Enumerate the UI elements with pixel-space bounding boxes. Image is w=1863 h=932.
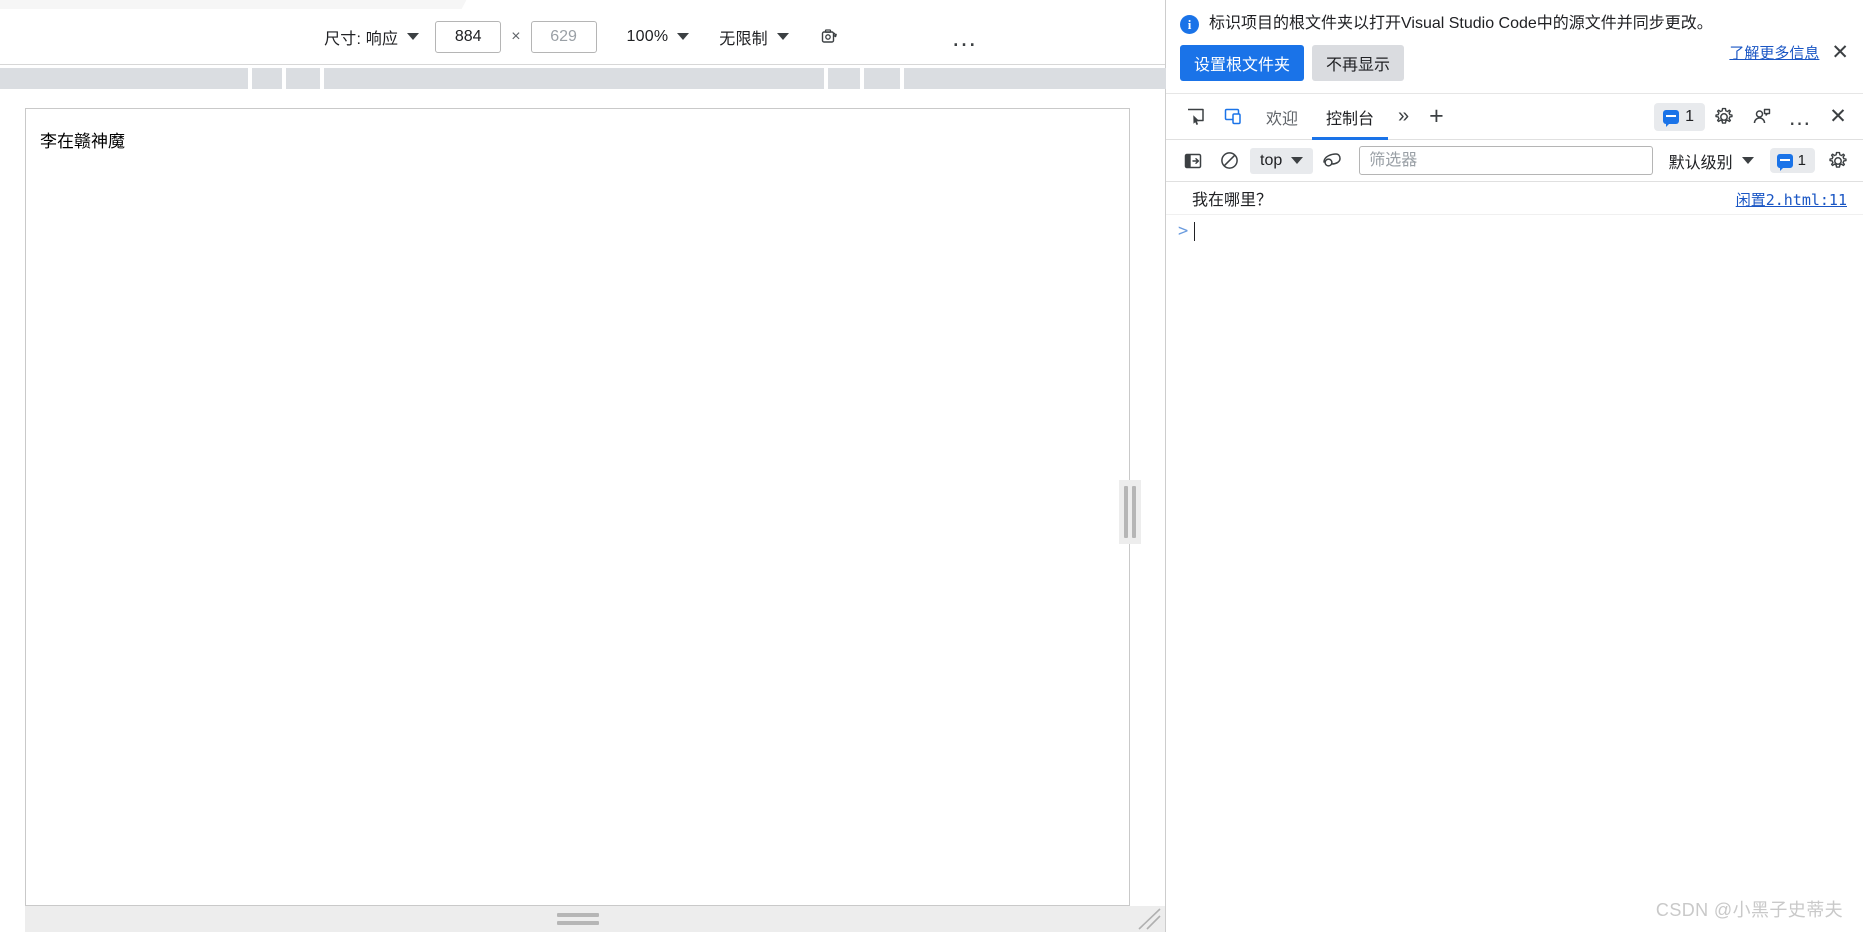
devtools-panel: i 标识项目的根文件夹以打开Visual Studio Code中的源文件并同步… [1166, 0, 1863, 932]
console-settings-button[interactable] [1821, 145, 1855, 177]
gear-icon [1829, 151, 1847, 168]
tab-welcome-label: 欢迎 [1266, 110, 1299, 128]
emulated-viewport-area: 李在赣神魔 [0, 92, 1165, 932]
screenshot-rotate-button[interactable] [813, 21, 847, 53]
workspace-info-banner: i 标识项目的根文件夹以打开Visual Studio Code中的源文件并同步… [1166, 0, 1863, 95]
close-icon: ✕ [1829, 104, 1847, 129]
banner-message: 标识项目的根文件夹以打开Visual Studio Code中的源文件并同步更改… [1209, 15, 1713, 32]
dimension-separator: × [511, 27, 521, 45]
clear-console-icon [1220, 152, 1238, 170]
device-toolbar-icon [1224, 108, 1241, 125]
message-bubble-icon [1663, 109, 1680, 127]
corner-resize-icon [1138, 908, 1161, 930]
console-sidebar-button[interactable] [1176, 145, 1210, 177]
devtools-settings-button[interactable] [1705, 100, 1743, 134]
console-message-text: 我在哪里？ [1192, 192, 1273, 210]
device-size-dropdown[interactable]: 尺寸: 响应 [318, 21, 427, 53]
set-root-folder-button[interactable]: 设置根文件夹 [1180, 45, 1305, 82]
live-expression-button[interactable] [1315, 145, 1349, 177]
devtools-tabbar: 欢迎 控制台 » + 1 … ✕ [1166, 94, 1863, 141]
dont-show-again-button[interactable]: 不再显示 [1312, 45, 1405, 82]
chevron-down-icon [1291, 157, 1304, 165]
prompt-arrow-icon: > [1178, 221, 1189, 242]
chevron-down-icon [407, 33, 420, 40]
console-toolbar: top 默认级别 1 [1166, 140, 1863, 183]
media-query-bar[interactable] [904, 68, 1166, 89]
console-message-row[interactable]: 我在哪里？ 闲置2.html:11 [1166, 182, 1863, 216]
tab-welcome[interactable]: 欢迎 [1252, 96, 1312, 140]
feedback-button[interactable] [1743, 100, 1781, 134]
console-prompt-row[interactable]: > [1166, 215, 1863, 247]
console-issues-badge[interactable]: 1 [1769, 148, 1815, 174]
zoom-dropdown[interactable]: 100% [621, 24, 698, 50]
viewport-height-resizer[interactable] [25, 906, 1130, 932]
resizer-grip-line [1124, 486, 1128, 538]
log-level-label: 默认级别 [1668, 154, 1733, 172]
tab-console[interactable]: 控制台 [1312, 96, 1389, 140]
log-level-selector[interactable]: 默认级别 [1663, 145, 1762, 177]
media-query-bar[interactable] [864, 68, 900, 89]
add-panel-button[interactable]: + [1419, 104, 1454, 129]
throttling-label: 无限制 [719, 30, 768, 48]
chevron-down-icon [776, 33, 789, 40]
viewport-width-resizer[interactable] [1119, 480, 1141, 544]
close-devtools-button[interactable]: ✕ [1819, 100, 1857, 134]
message-bubble-icon [1776, 153, 1793, 171]
device-size-label: 尺寸: 响应 [324, 30, 399, 48]
devtools-more-button[interactable]: … [1781, 100, 1819, 134]
throttling-dropdown[interactable]: 无限制 [713, 21, 797, 53]
inspect-cursor-icon [1187, 108, 1204, 126]
devtools-window: 尺寸: 响应 × 100% 无限制 [0, 0, 1863, 932]
clear-console-button[interactable] [1212, 145, 1246, 177]
execution-context-selector[interactable]: top [1250, 147, 1314, 174]
media-query-bar[interactable] [828, 68, 860, 89]
toggle-device-toolbar-button[interactable] [1214, 100, 1252, 134]
gear-icon [1715, 107, 1733, 124]
inspect-element-button[interactable] [1176, 100, 1214, 134]
more-tabs-button[interactable]: » [1388, 105, 1419, 128]
chevron-double-right-icon: » [1398, 105, 1410, 128]
device-toolbar-more-button[interactable]: … [947, 21, 983, 53]
console-message-source-link[interactable]: 闲置2.html:11 [1736, 189, 1847, 210]
tab-console-label: 控制台 [1326, 110, 1375, 128]
chevron-down-icon [1741, 157, 1754, 165]
camera-rotate-icon [821, 28, 837, 43]
device-emulation-pane: 尺寸: 响应 × 100% 无限制 [0, 0, 1166, 932]
media-query-bar[interactable] [286, 68, 320, 89]
console-filter-input[interactable] [1359, 146, 1653, 176]
live-expression-icon [1323, 152, 1342, 167]
resizer-grip-line [556, 921, 599, 925]
device-mode-toolbar: 尺寸: 响应 × 100% 无限制 [0, 9, 1165, 65]
viewport-width-input[interactable] [435, 20, 502, 53]
page-heading-text: 李在赣神魔 [40, 132, 125, 151]
close-icon[interactable]: ✕ [1831, 42, 1849, 63]
learn-more-link[interactable]: 了解更多信息 [1729, 42, 1819, 63]
media-query-inspector[interactable] [0, 65, 1166, 92]
info-icon: i [1180, 15, 1199, 34]
console-output[interactable]: 我在哪里？ 闲置2.html:11 > [1166, 182, 1863, 932]
viewport-corner-resizer[interactable] [1130, 906, 1165, 932]
resizer-grip-line [556, 913, 599, 917]
media-query-bar[interactable] [252, 68, 282, 89]
media-query-bar[interactable] [324, 68, 824, 89]
message-count-value: 1 [1685, 107, 1694, 125]
chevron-down-icon [677, 33, 690, 40]
zoom-label: 100% [626, 27, 669, 45]
viewport-height-input[interactable] [530, 20, 597, 53]
message-count-badge[interactable]: 1 [1654, 102, 1705, 131]
console-sidebar-icon [1184, 153, 1202, 168]
media-query-bar[interactable] [0, 68, 248, 89]
console-issues-count: 1 [1797, 152, 1806, 170]
emulated-page-frame[interactable]: 李在赣神魔 [25, 108, 1130, 906]
prompt-text-caret [1194, 221, 1196, 241]
resizer-grip-line [1132, 486, 1136, 538]
execution-context-label: top [1260, 151, 1283, 169]
plus-icon: + [1429, 102, 1444, 131]
feedback-icon [1753, 108, 1771, 123]
